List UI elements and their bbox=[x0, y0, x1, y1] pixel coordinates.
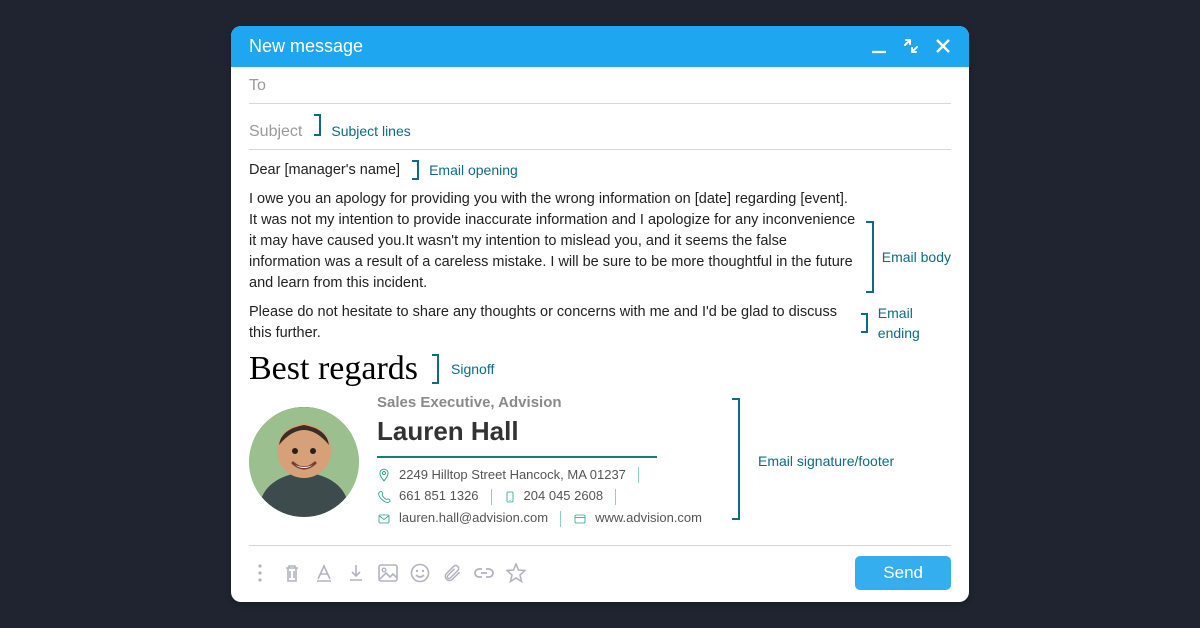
subject-field-row[interactable]: Subject Subject lines bbox=[249, 104, 951, 150]
compose-footer: Send bbox=[249, 545, 951, 590]
send-button[interactable]: Send bbox=[855, 556, 951, 590]
email-ending: Please do not hesitate to share any thou… bbox=[249, 302, 849, 344]
star-icon[interactable] bbox=[505, 562, 527, 584]
annotation-signoff: Signoff bbox=[451, 359, 494, 379]
signature-block: Sales Executive, Advision Lauren Hall 22… bbox=[249, 392, 702, 531]
bracket-icon bbox=[861, 313, 868, 333]
download-icon[interactable] bbox=[345, 562, 367, 584]
bracket-icon bbox=[866, 221, 874, 293]
header-actions bbox=[869, 36, 953, 56]
signature-name: Lauren Hall bbox=[377, 413, 702, 451]
annotation-subject: Subject lines bbox=[331, 123, 410, 139]
compose-window: New message To Subject Subject lines Dea… bbox=[231, 26, 969, 602]
annotation-body: Email body bbox=[882, 247, 951, 267]
signature-rule bbox=[377, 456, 657, 458]
bracket-icon bbox=[432, 354, 439, 384]
more-icon[interactable] bbox=[249, 562, 271, 584]
signature-email: lauren.hall@advision.com bbox=[399, 509, 548, 528]
email-icon bbox=[377, 513, 391, 525]
font-icon[interactable] bbox=[313, 562, 335, 584]
header-title: New message bbox=[249, 36, 363, 57]
bracket-icon bbox=[314, 114, 321, 136]
trash-icon[interactable] bbox=[281, 562, 303, 584]
website-icon bbox=[573, 513, 587, 525]
email-body: I owe you an apology for providing you w… bbox=[249, 189, 856, 294]
bracket-icon bbox=[412, 160, 419, 180]
email-greeting: Dear [manager's name] bbox=[249, 160, 400, 181]
image-icon[interactable] bbox=[377, 562, 399, 584]
mobile-icon bbox=[504, 490, 516, 504]
avatar bbox=[249, 407, 359, 517]
annotation-opening: Email opening bbox=[429, 160, 518, 180]
emoji-icon[interactable] bbox=[409, 562, 431, 584]
compose-header: New message bbox=[231, 26, 969, 67]
email-content[interactable]: Dear [manager's name] Email opening I ow… bbox=[249, 150, 951, 531]
link-icon[interactable] bbox=[473, 562, 495, 584]
collapse-icon[interactable] bbox=[901, 36, 921, 56]
signature-address: 2249 Hilltop Street Hancock, MA 01237 bbox=[399, 466, 626, 485]
subject-label: Subject bbox=[249, 123, 302, 141]
signature-website: www.advision.com bbox=[595, 509, 702, 528]
annotation-ending: Email ending bbox=[878, 303, 951, 344]
bracket-icon bbox=[732, 398, 740, 520]
phone-icon bbox=[377, 490, 391, 504]
close-icon[interactable] bbox=[933, 36, 953, 56]
attachment-icon[interactable] bbox=[441, 562, 463, 584]
signature-phone2: 204 045 2608 bbox=[524, 487, 604, 506]
annotation-signature: Email signature/footer bbox=[758, 451, 894, 471]
location-icon bbox=[377, 468, 391, 482]
signature-title: Sales Executive, Advision bbox=[377, 392, 702, 414]
email-signoff: Best regards bbox=[249, 352, 418, 386]
to-field-row[interactable]: To bbox=[249, 67, 951, 104]
toolbar bbox=[249, 562, 527, 584]
minimize-icon[interactable] bbox=[869, 36, 889, 56]
signature-phone1: 661 851 1326 bbox=[399, 487, 479, 506]
to-label: To bbox=[249, 77, 266, 95]
